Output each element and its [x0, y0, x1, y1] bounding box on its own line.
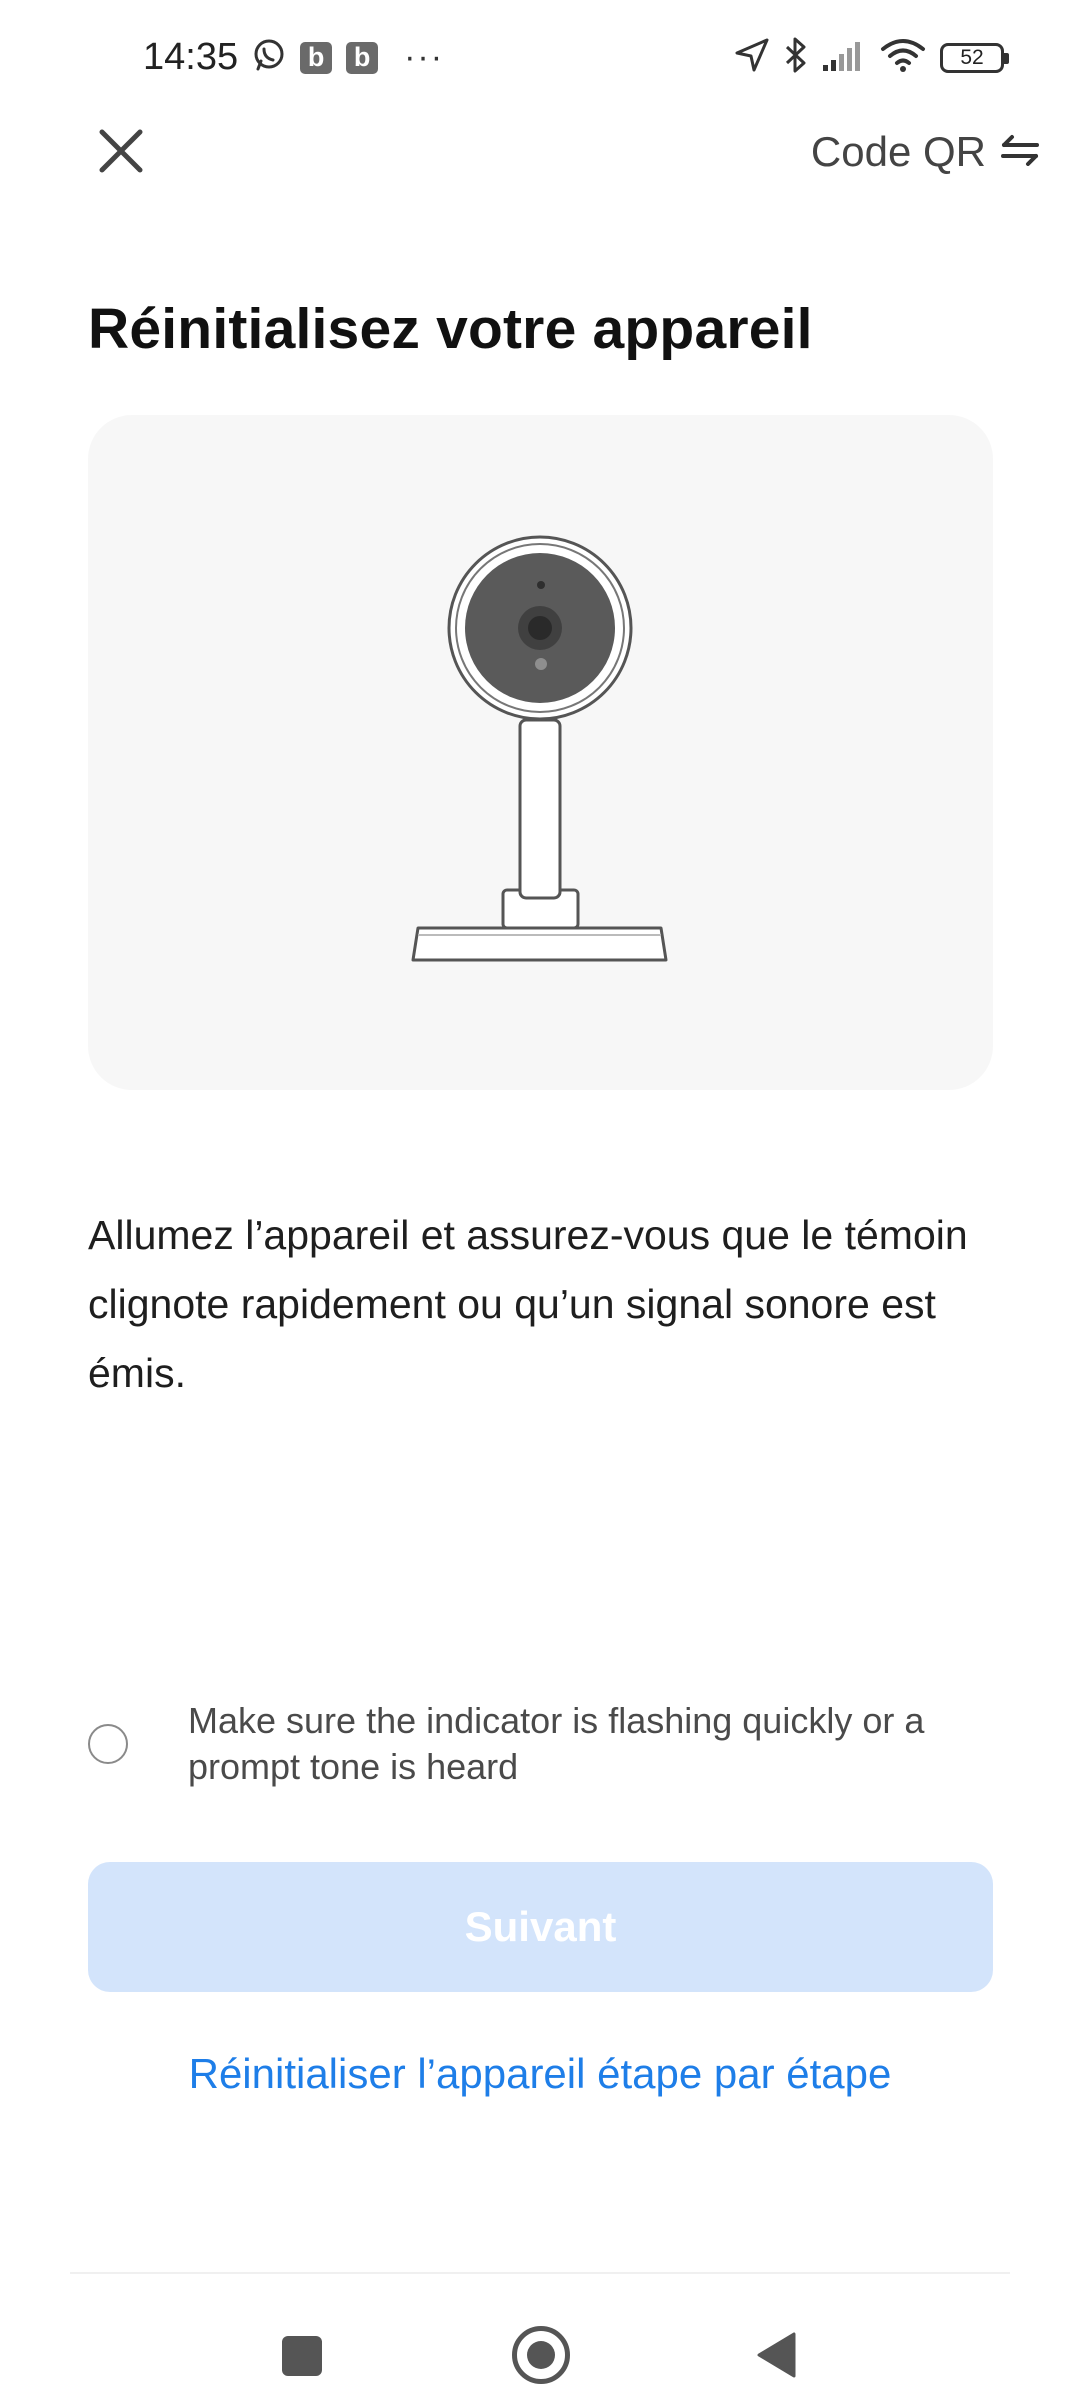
notification-badge-b: b — [346, 41, 379, 74]
back-icon[interactable] — [756, 2332, 796, 2383]
home-icon[interactable] — [512, 2326, 570, 2384]
notification-badge-b: b — [300, 41, 333, 74]
instruction-text: Allumez l’appareil et assurez-vous que l… — [88, 1212, 968, 1396]
divider — [70, 2272, 1010, 2274]
confirm-radio-button[interactable] — [88, 1724, 128, 1764]
battery-icon: 52 — [940, 42, 1009, 73]
home-icon-dot — [527, 2341, 555, 2369]
location-icon — [734, 37, 770, 78]
device-illustration-card — [88, 415, 993, 1090]
swap-arrows-icon — [1000, 134, 1040, 171]
recent-apps-icon[interactable] — [282, 2336, 322, 2376]
system-nav-bar — [0, 2290, 1080, 2400]
whatsapp-icon — [252, 38, 286, 77]
wifi-icon — [880, 37, 926, 78]
page-title: Réinitialisez votre appareil — [88, 297, 813, 361]
bluetooth-icon — [784, 36, 808, 79]
close-button[interactable] — [88, 120, 154, 186]
more-notifications-icon: ··· — [404, 38, 445, 76]
status-right: 52 — [734, 36, 1009, 79]
security-camera-illustration — [411, 535, 668, 962]
status-left: 14:35 b b ··· — [143, 36, 444, 79]
signal-icon — [822, 39, 866, 76]
status-time: 14:35 — [143, 36, 239, 78]
reset-step-by-step-link[interactable]: Réinitialiser l’appareil étape par étape — [0, 2050, 1080, 2098]
status-bar: 14:35 b b ··· 52 — [0, 0, 1080, 118]
next-button[interactable]: Suivant — [88, 1862, 993, 1992]
qr-code-switch[interactable]: Code QR — [811, 128, 1040, 176]
confirm-indicator-label: Make sure the indicator is flashing quic… — [188, 1700, 925, 1787]
confirm-indicator-row[interactable]: Make sure the indicator is flashing quic… — [88, 1698, 998, 1808]
qr-code-label: Code QR — [810, 128, 986, 175]
close-icon — [98, 128, 144, 179]
screen: 14:35 b b ··· 52 Code QR Réinitialisez v… — [0, 0, 1080, 2400]
